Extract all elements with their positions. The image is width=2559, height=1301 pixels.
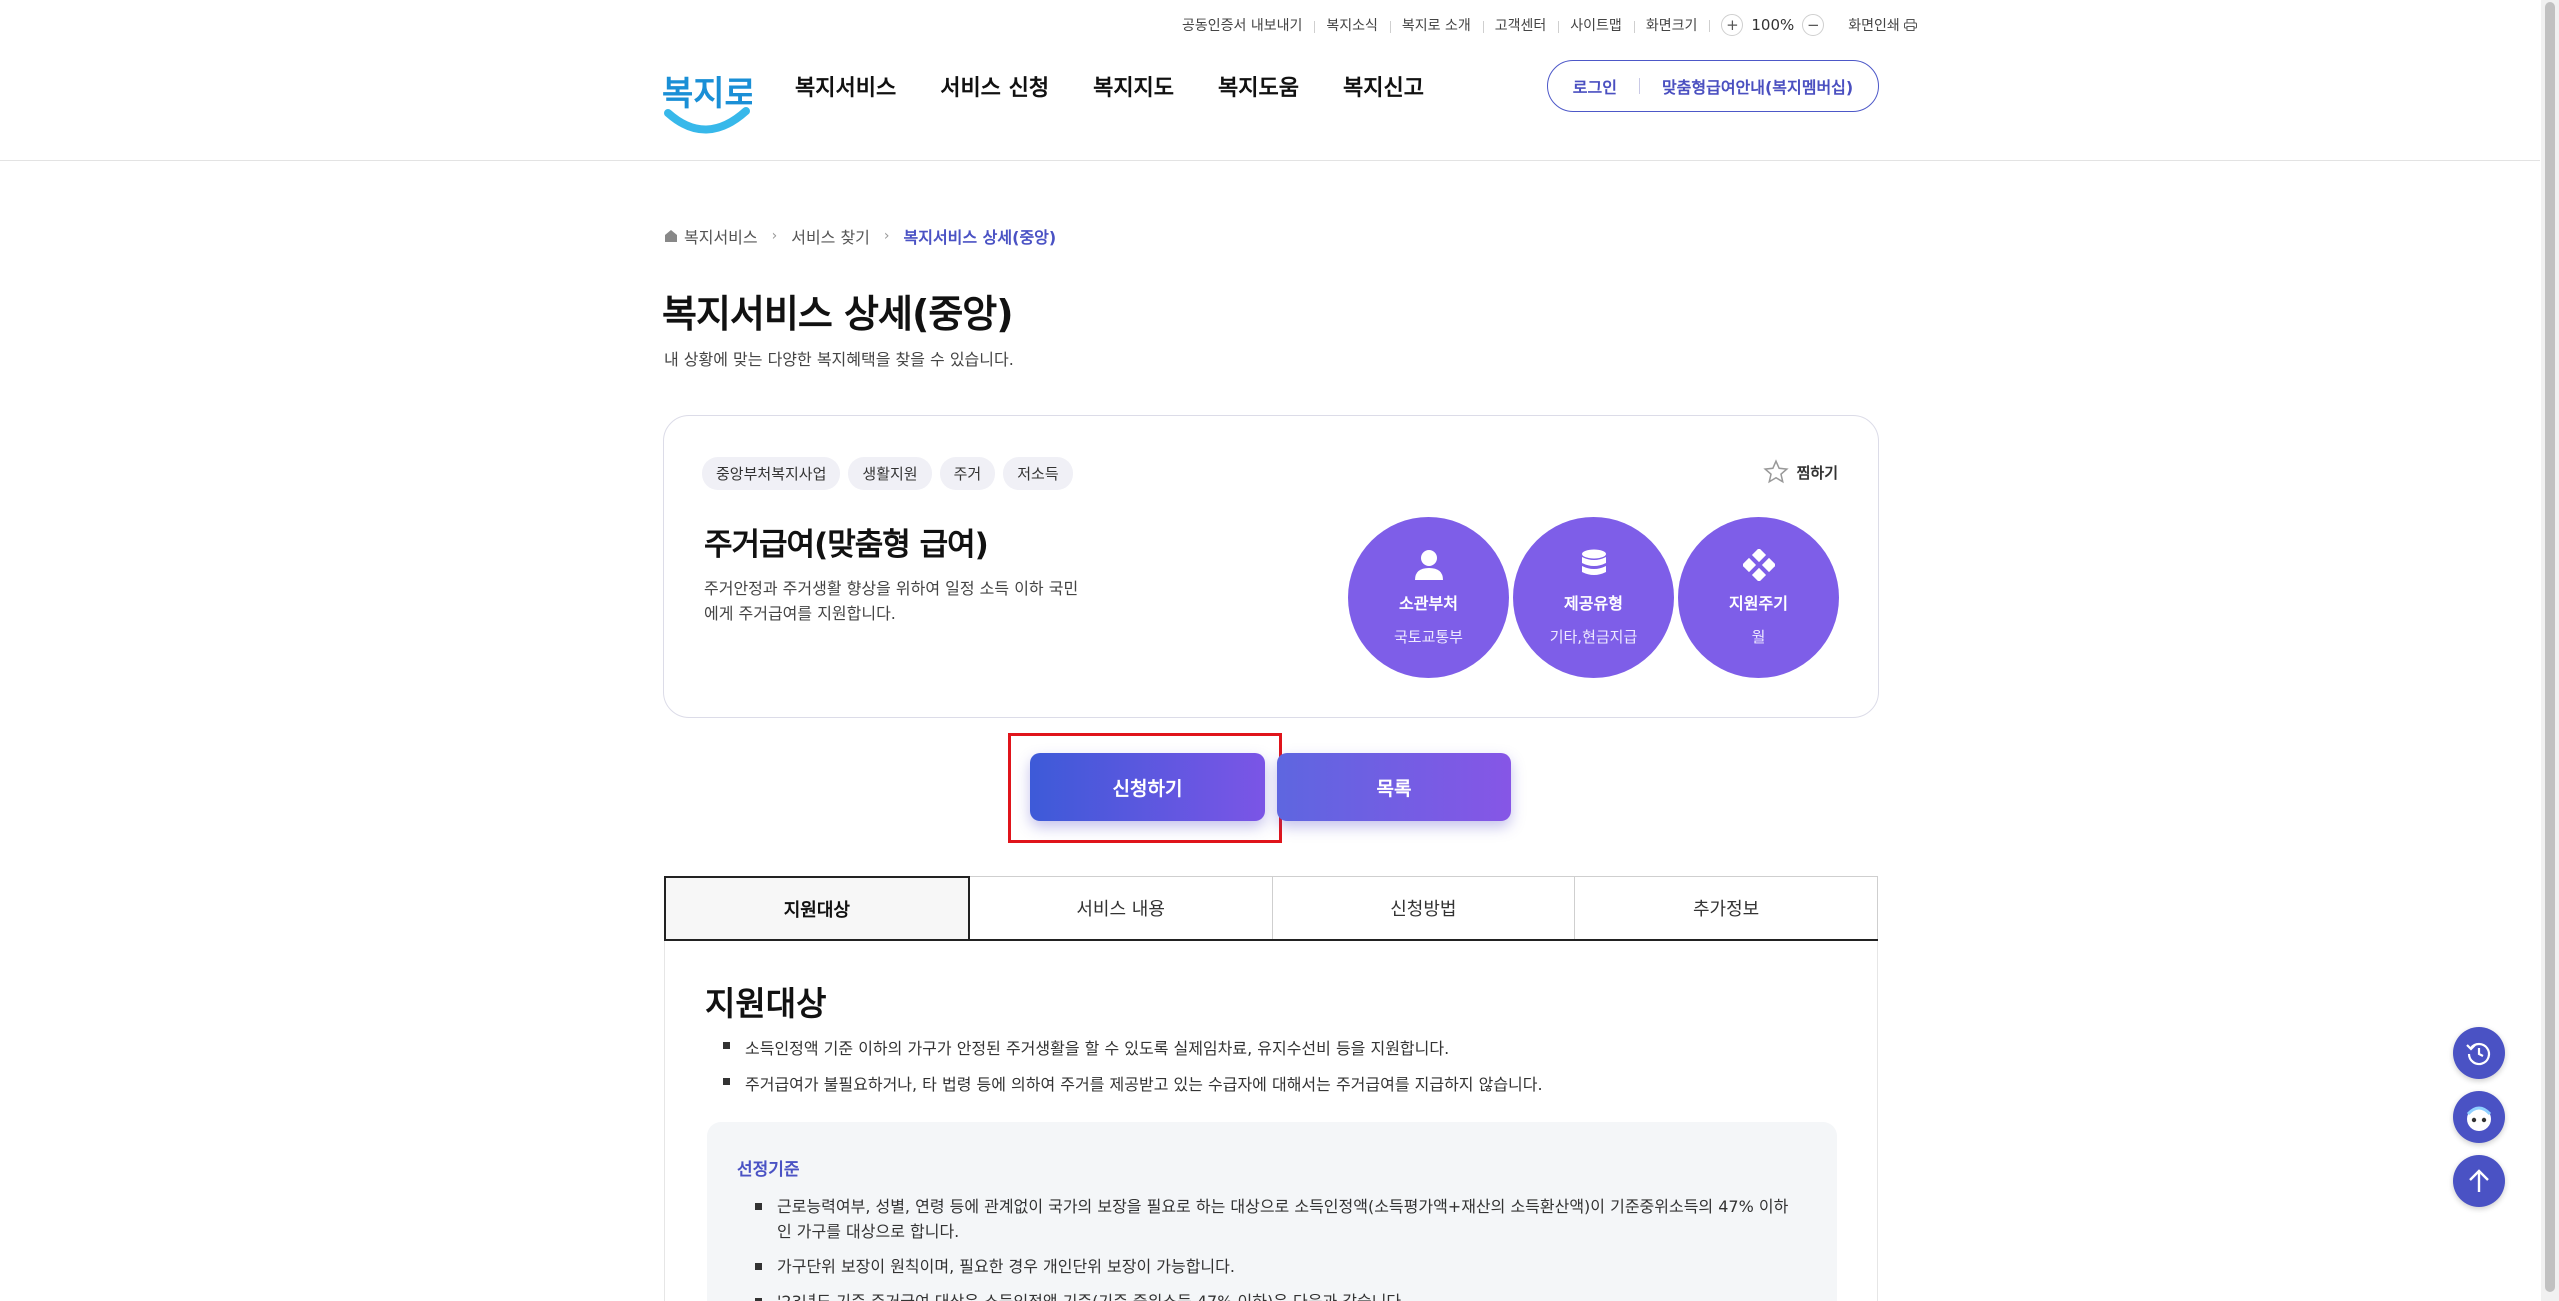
printer-icon [1903,19,1917,31]
tab-content-panel: 지원대상 소득인정액 기준 이하의 가구가 안정된 주거생활을 할 수 있도록 … [664,941,1878,1301]
util-link-news[interactable]: 복지소식 [1314,15,1390,35]
list-item: 소득인정액 기준 이하의 가구가 안정된 주거생활을 할 수 있도록 실제임차료… [723,1035,1543,1059]
info-label: 지원주기 [1729,594,1788,613]
page-scrollbar[interactable] [2541,0,2559,1301]
criteria-list: 근로능력여부, 성별, 연령 등에 관계없이 국가의 보장을 필요로 하는 대상… [755,1194,1795,1301]
util-link-customer-center[interactable]: 고객센터 [1482,15,1559,35]
gnb-service-apply[interactable]: 서비스 신청 [940,70,1049,102]
gnb-welfare-report[interactable]: 복지신고 [1343,70,1424,102]
logo-image: 복지로 [662,74,756,134]
chevron-right-icon: › [771,228,778,244]
chatbot-icon [2466,1106,2492,1131]
tab-eligibility[interactable]: 지원대상 [664,876,970,939]
zoom-control: + 100% − [1709,14,1836,36]
favorite-button[interactable]: 찜하기 [1762,459,1838,485]
zoom-out-button[interactable]: − [1802,14,1825,36]
info-label: 제공유형 [1564,594,1623,613]
info-support-cycle: 지원주기 월 [1678,517,1839,678]
section-title: 지원대상 [705,977,827,1025]
favorite-label: 찜하기 [1796,463,1838,482]
util-link-about[interactable]: 복지로 소개 [1389,15,1483,35]
breadcrumb: 복지서비스 › 서비스 찾기 › 복지서비스 상세(중앙) [664,224,1056,248]
tag-central-ministry[interactable]: 중앙부처복지사업 [702,457,841,490]
cycle-icon [1742,548,1775,582]
utility-bar: 공동인증서 내보내기 복지소식 복지로 소개 고객센터 사이트맵 화면크기 + … [1170,12,1917,38]
service-info-circles: 소관부처 국토교통부 제공유형 기타,현금지급 지원주기 월 [1348,517,1839,678]
chatbot-button[interactable] [2453,1091,2505,1143]
member-divider [1638,78,1640,94]
login-link[interactable]: 로그인 [1573,74,1617,98]
tab-service-content[interactable]: 서비스 내용 [969,876,1273,939]
service-description: 주거안정과 주거생활 향상을 위하여 일정 소득 이하 국민에게 주거급여를 지… [704,579,1079,623]
scroll-top-button[interactable] [2453,1155,2505,1207]
info-provision-type: 제공유형 기타,현금지급 [1513,517,1674,678]
database-icon [1581,548,1607,582]
list-item: 주거급여가 불필요하거나, 타 법령 등에 의하여 주거를 제공받고 있는 수급… [723,1071,1543,1095]
breadcrumb-current: 복지서비스 상세(중앙) [903,228,1057,247]
home-icon [665,230,677,242]
print-label: 화면인쇄 [1848,18,1900,34]
scrollbar-thumb[interactable] [2545,2,2555,1292]
list-item: 가구단위 보장이 원칙이며, 필요한 경우 개인단위 보장이 가능합니다. [755,1254,1795,1279]
tag-low-income[interactable]: 저소득 [1003,457,1073,490]
site-logo[interactable]: 복지로 [660,55,756,143]
page-description: 내 상황에 맞는 다양한 복지혜택을 찾을 수 있습니다. [664,350,1014,369]
criteria-title: 선정기준 [737,1160,800,1180]
apply-button[interactable]: 신청하기 [1030,753,1265,821]
breadcrumb-home[interactable]: 복지서비스 [684,224,758,248]
list-button[interactable]: 목록 [1277,753,1511,821]
info-value: 기타,현금지급 [1549,628,1638,646]
zoom-level: 100% [1751,16,1795,34]
header-divider [0,160,2540,161]
star-icon [1762,459,1789,484]
membership-guide-link[interactable]: 맞춤형급여안내(복지멤버십) [1662,74,1853,98]
selection-criteria-box: 선정기준 근로능력여부, 성별, 연령 등에 관계없이 국가의 보장을 필요로 … [707,1122,1837,1301]
tag-housing[interactable]: 주거 [939,457,996,490]
detail-tabs: 지원대상 서비스 내용 신청방법 추가정보 [664,876,1878,941]
zoom-in-button[interactable]: + [1721,14,1744,36]
main-navigation: 복지서비스 서비스 신청 복지지도 복지도움 복지신고 [795,70,1424,102]
tab-apply-method[interactable]: 신청방법 [1272,876,1576,939]
history-icon [2466,1042,2491,1066]
list-item: 근로능력여부, 성별, 연령 등에 관계없이 국가의 보장을 필요로 하는 대상… [755,1194,1795,1244]
gnb-welfare-help[interactable]: 복지도움 [1218,70,1299,102]
util-link-sitemap[interactable]: 사이트맵 [1558,15,1634,35]
gnb-welfare-map[interactable]: 복지지도 [1093,70,1174,102]
info-label: 소관부처 [1399,594,1458,613]
info-value: 국토교통부 [1393,628,1463,646]
arrow-up-icon [2469,1169,2489,1192]
tag-living-support[interactable]: 생활지원 [848,457,932,490]
page-title: 복지서비스 상세(중앙) [662,292,1014,336]
list-item: '23년도 기준 주거급여 대상은 소득인정액 기준(기준 중위소득 47% 이… [755,1289,1795,1301]
gnb-welfare-service[interactable]: 복지서비스 [795,70,896,102]
breadcrumb-find-service[interactable]: 서비스 찾기 [791,224,870,248]
util-link-cert-export[interactable]: 공동인증서 내보내기 [1170,15,1314,35]
person-icon [1414,548,1444,582]
eligibility-list: 소득인정액 기준 이하의 가구가 안정된 주거생활을 할 수 있도록 실제임차료… [723,1035,1543,1107]
service-summary-card: 중앙부처복지사업 생활지원 주거 저소득 찜하기 주거급여(맞춤형 급여) 주거… [663,415,1879,718]
service-title: 주거급여(맞춤형 급여) [704,527,989,563]
info-ministry: 소관부처 국토교통부 [1348,517,1509,678]
tab-additional-info[interactable]: 추가정보 [1575,876,1878,939]
util-label-screen-size: 화면크기 [1633,15,1710,35]
svg-text:복지로: 복지로 [662,74,752,114]
service-tags: 중앙부처복지사업 생활지원 주거 저소득 [702,457,1073,490]
print-button[interactable]: 화면인쇄 [1836,15,1917,35]
recent-history-button[interactable] [2453,1027,2505,1079]
info-value: 월 [1751,628,1766,646]
member-box: 로그인 맞춤형급여안내(복지멤버십) [1547,60,1879,112]
chevron-right-icon: › [883,228,890,244]
